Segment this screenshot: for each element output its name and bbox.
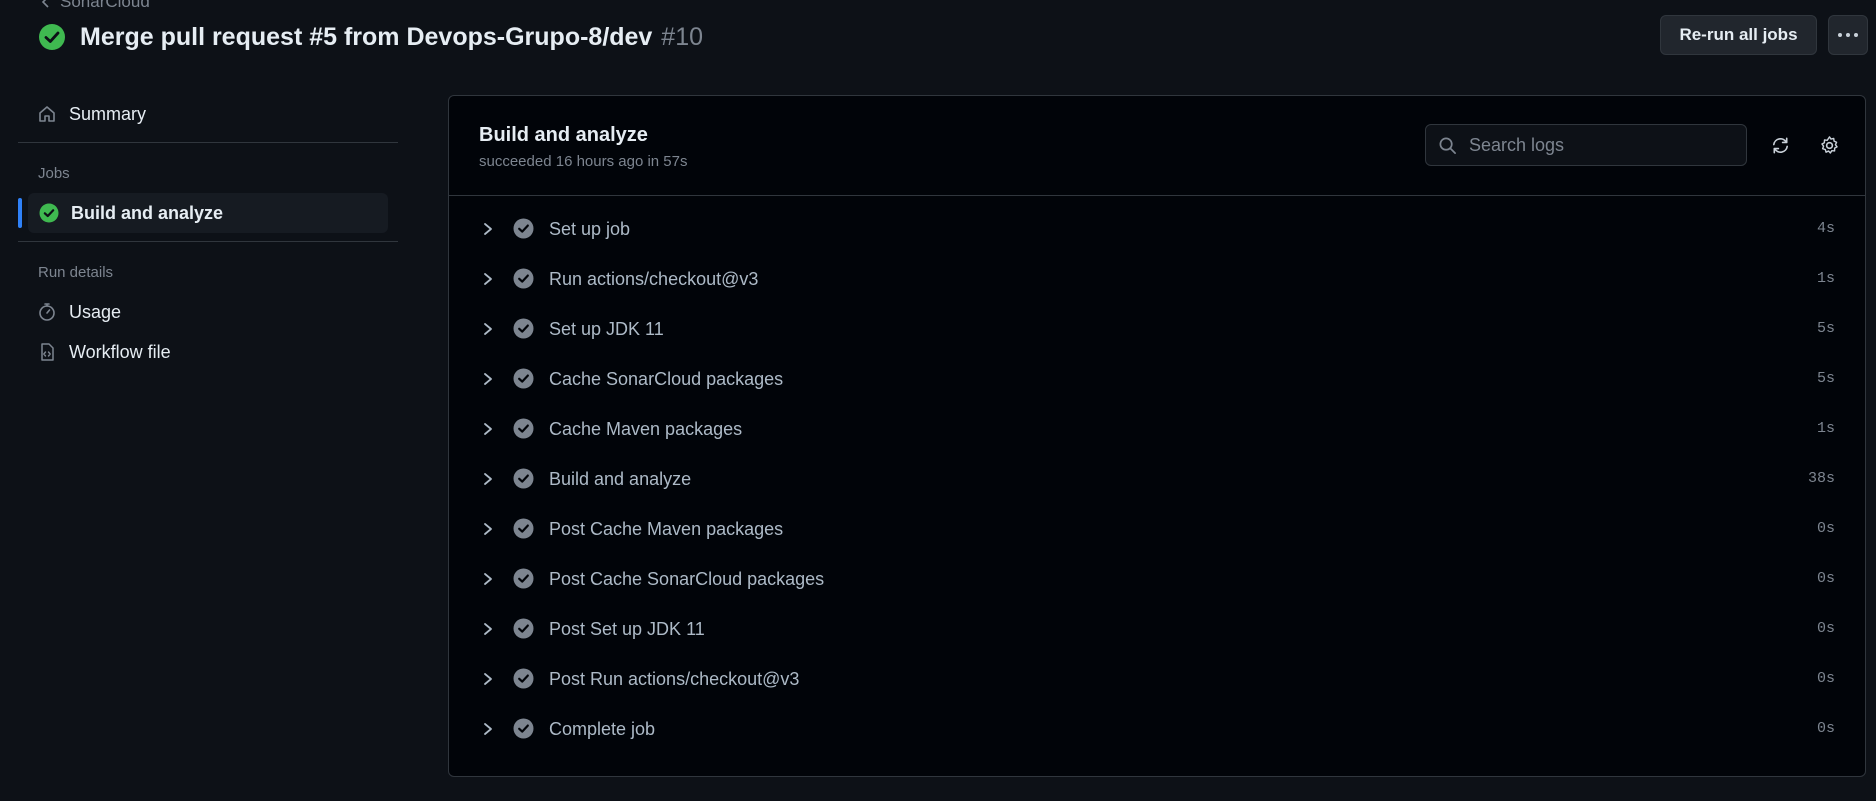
kebab-dot-icon — [1854, 33, 1858, 37]
job-step-row[interactable]: Post Cache Maven packages 0s — [449, 504, 1865, 554]
back-to-workflow-link[interactable]: SonarCloud — [40, 0, 150, 12]
chevron-right-icon[interactable] — [481, 221, 495, 237]
step-name: Complete job — [549, 719, 656, 739]
step-name: Post Run actions/checkout@v3 — [549, 669, 800, 689]
job-logs-panel: Build and analyze succeeded 16 hours ago… — [448, 95, 1866, 777]
chevron-right-icon[interactable] — [481, 371, 495, 387]
jobs-heading: Jobs — [38, 165, 70, 182]
step-duration: 5s — [1816, 320, 1835, 337]
back-link-label: SonarCloud — [60, 0, 150, 11]
step-duration: 0s — [1816, 670, 1835, 687]
search-logs-field[interactable] — [1425, 124, 1747, 166]
gear-icon — [1820, 135, 1838, 154]
run-title-text: Merge pull request #5 from Devops-Grupo-… — [80, 22, 653, 51]
check-circle-fill-icon — [39, 24, 65, 50]
step-duration: 0s — [1816, 570, 1835, 587]
job-step-row[interactable]: Complete job 0s — [449, 704, 1865, 754]
refresh-button[interactable] — [1767, 132, 1793, 158]
job-step-row[interactable]: Post Run actions/checkout@v3 0s — [449, 654, 1865, 704]
chevron-right-icon[interactable] — [481, 521, 495, 537]
step-name: Build and analyze — [549, 469, 692, 489]
check-circle-icon — [513, 418, 534, 439]
job-step-row[interactable]: Set up JDK 11 5s — [449, 304, 1865, 354]
chevron-left-icon — [41, 0, 49, 8]
check-circle-icon — [513, 268, 534, 289]
workflow-run-page: SonarCloud Merge pull request #5 from De… — [0, 0, 1876, 801]
file-code-icon — [41, 343, 54, 361]
sidebar-item-summary[interactable]: Summary — [18, 94, 398, 134]
step-duration: 0s — [1816, 720, 1835, 737]
job-status-text: succeeded 16 hours ago in 57s — [479, 153, 688, 170]
sidebar-item-build-and-analyze[interactable]: Build and analyze — [18, 193, 388, 233]
step-duration: 38s — [1807, 470, 1835, 487]
step-name: Cache SonarCloud packages — [549, 369, 784, 389]
sidebar-item-label: Workflow file — [69, 341, 171, 362]
chevron-right-icon[interactable] — [481, 721, 495, 737]
run-details-heading: Run details — [38, 264, 114, 281]
home-icon — [39, 106, 55, 122]
step-list: Set up job 4s Run actions/checkout@v3 1s… — [449, 204, 1865, 754]
run-sidebar: Summary Jobs Build and analyze Run detai… — [18, 94, 398, 372]
kebab-dot-icon — [1838, 33, 1842, 37]
check-circle-fill-icon — [39, 203, 59, 223]
run-number: #10 — [661, 22, 704, 51]
chevron-right-icon[interactable] — [481, 321, 495, 337]
step-duration: 4s — [1816, 220, 1835, 237]
job-title: Build and analyze — [479, 124, 648, 146]
chevron-right-icon[interactable] — [481, 421, 495, 437]
sync-icon — [1772, 137, 1788, 153]
step-name: Post Cache SonarCloud packages — [549, 569, 825, 589]
step-duration: 0s — [1816, 620, 1835, 637]
more-options-button[interactable] — [1828, 15, 1868, 55]
check-circle-icon — [513, 468, 534, 489]
sidebar-divider — [18, 142, 398, 143]
stopwatch-icon — [39, 303, 55, 321]
check-circle-icon — [513, 368, 534, 389]
active-indicator — [18, 198, 22, 228]
check-circle-icon — [513, 568, 534, 589]
sidebar-item-label: Usage — [69, 301, 122, 322]
job-header: Build and analyze succeeded 16 hours ago… — [449, 96, 1865, 196]
check-circle-icon — [513, 518, 534, 539]
check-circle-icon — [513, 318, 534, 339]
job-step-row[interactable]: Cache SonarCloud packages 5s — [449, 354, 1865, 404]
check-circle-icon — [513, 618, 534, 639]
step-duration: 0s — [1816, 520, 1835, 537]
chevron-right-icon[interactable] — [481, 621, 495, 637]
job-step-row[interactable]: Set up job 4s — [449, 204, 1865, 254]
chevron-right-icon[interactable] — [481, 271, 495, 287]
run-header: Merge pull request #5 from Devops-Grupo-… — [38, 20, 703, 54]
job-step-row[interactable]: Build and analyze 38s — [449, 454, 1865, 504]
step-name: Set up JDK 11 — [549, 319, 664, 339]
step-name: Set up job — [549, 219, 631, 239]
step-name: Post Cache Maven packages — [549, 519, 784, 539]
job-step-row[interactable]: Cache Maven packages 1s — [449, 404, 1865, 454]
step-duration: 5s — [1816, 370, 1835, 387]
chevron-right-icon[interactable] — [481, 571, 495, 587]
step-duration: 1s — [1816, 270, 1835, 287]
log-settings-button[interactable] — [1816, 132, 1842, 158]
search-icon — [1439, 137, 1456, 154]
step-name: Run actions/checkout@v3 — [549, 269, 759, 289]
step-duration: 1s — [1816, 420, 1835, 437]
sidebar-item-workflow-file[interactable]: Workflow file — [18, 332, 398, 372]
job-step-row[interactable]: Post Set up JDK 11 0s — [449, 604, 1865, 654]
step-name: Cache Maven packages — [549, 419, 743, 439]
check-circle-icon — [513, 668, 534, 689]
run-title: Merge pull request #5 from Devops-Grupo-… — [80, 23, 703, 52]
kebab-dot-icon — [1846, 33, 1850, 37]
sidebar-divider — [18, 241, 398, 242]
rerun-all-jobs-button[interactable]: Re-run all jobs — [1660, 15, 1817, 55]
chevron-right-icon[interactable] — [481, 671, 495, 687]
sidebar-item-label: Build and analyze — [71, 202, 224, 223]
sidebar-item-label: Summary — [69, 103, 147, 124]
check-circle-icon — [513, 718, 534, 739]
job-step-row[interactable]: Run actions/checkout@v3 1s — [449, 254, 1865, 304]
step-name: Post Set up JDK 11 — [549, 619, 705, 639]
chevron-right-icon[interactable] — [481, 471, 495, 487]
check-circle-icon — [513, 218, 534, 239]
search-logs-input[interactable] — [1469, 134, 1729, 156]
job-step-row[interactable]: Post Cache SonarCloud packages 0s — [449, 554, 1865, 604]
sidebar-item-usage[interactable]: Usage — [18, 292, 398, 332]
